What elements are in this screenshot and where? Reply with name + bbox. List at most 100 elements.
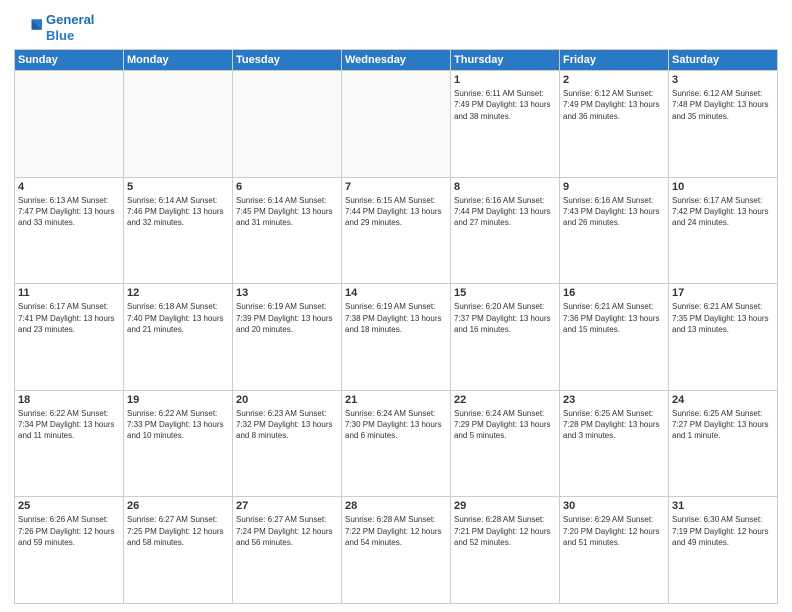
day-info: Sunrise: 6:12 AM Sunset: 7:49 PM Dayligh… (563, 88, 665, 122)
calendar-cell: 4 Sunrise: 6:13 AM Sunset: 7:47 PM Daylig… (15, 177, 124, 284)
day-number: 22 (454, 394, 556, 406)
weekday-header: Monday (124, 50, 233, 71)
day-info: Sunrise: 6:30 AM Sunset: 7:19 PM Dayligh… (672, 514, 774, 548)
calendar-cell: 14Sunrise: 6:19 AM Sunset: 7:38 PM Dayli… (342, 284, 451, 391)
day-info: Sunrise: 6:25 AM Sunset: 7:27 PM Dayligh… (672, 408, 774, 442)
day-number: 11 (18, 287, 120, 299)
day-number: 28 (345, 500, 447, 512)
calendar-cell: 25 Sunrise: 6:26 AM Sunset: 7:26 PM Dayli… (15, 497, 124, 604)
day-info: Sunrise: 6:24 AM Sunset: 7:29 PM Dayligh… (454, 408, 556, 442)
calendar-cell (233, 71, 342, 178)
calendar-cell: 26 Sunrise: 6:27 AM Sunset: 7:25 PM Dayli… (124, 497, 233, 604)
day-info: Sunrise: 6:21 AM Sunset: 7:35 PM Dayligh… (672, 301, 774, 335)
calendar-cell (124, 71, 233, 178)
day-info: Sunrise: 6:21 AM Sunset: 7:36 PM Dayligh… (563, 301, 665, 335)
day-number: 29 (454, 500, 556, 512)
weekday-header: Sunday (15, 50, 124, 71)
day-number: 15 (454, 287, 556, 299)
header: General Blue (14, 12, 778, 43)
calendar-cell: 5 Sunrise: 6:14 AM Sunset: 7:46 PM Daylig… (124, 177, 233, 284)
day-number: 25 (18, 500, 120, 512)
day-number: 4 (18, 181, 120, 193)
day-info: Sunrise: 6:19 AM Sunset: 7:38 PM Dayligh… (345, 301, 447, 335)
day-number: 9 (563, 181, 665, 193)
day-info: Sunrise: 6:26 AM Sunset: 7:26 PM Dayligh… (18, 514, 120, 548)
day-info: Sunrise: 6:23 AM Sunset: 7:32 PM Dayligh… (236, 408, 338, 442)
day-number: 16 (563, 287, 665, 299)
day-number: 21 (345, 394, 447, 406)
day-number: 19 (127, 394, 229, 406)
calendar-cell: 16 Sunrise: 6:21 AM Sunset: 7:36 PM Dayli… (560, 284, 669, 391)
calendar-cell: 6 Sunrise: 6:14 AM Sunset: 7:45 PM Daylig… (233, 177, 342, 284)
day-info: Sunrise: 6:14 AM Sunset: 7:45 PM Dayligh… (236, 195, 338, 229)
day-info: Sunrise: 6:17 AM Sunset: 7:42 PM Dayligh… (672, 195, 774, 229)
calendar-cell: 28 Sunrise: 6:28 AM Sunset: 7:22 PM Dayli… (342, 497, 451, 604)
calendar-cell: 8Sunrise: 6:16 AM Sunset: 7:44 PM Daylig… (451, 177, 560, 284)
day-number: 24 (672, 394, 774, 406)
calendar-cell: 12 Sunrise: 6:18 AM Sunset: 7:40 PM Dayli… (124, 284, 233, 391)
calendar-cell: 2Sunrise: 6:12 AM Sunset: 7:49 PM Daylig… (560, 71, 669, 178)
calendar-cell: 20 Sunrise: 6:23 AM Sunset: 7:32 PM Dayli… (233, 390, 342, 497)
logo: General Blue (14, 12, 94, 43)
calendar-cell: 31 Sunrise: 6:30 AM Sunset: 7:19 PM Dayli… (669, 497, 778, 604)
weekday-header: Thursday (451, 50, 560, 71)
day-info: Sunrise: 6:20 AM Sunset: 7:37 PM Dayligh… (454, 301, 556, 335)
logo-text: General Blue (46, 12, 94, 43)
weekday-header: Tuesday (233, 50, 342, 71)
calendar-cell: 1 Sunrise: 6:11 AM Sunset: 7:49 PM Daylig… (451, 71, 560, 178)
day-info: Sunrise: 6:29 AM Sunset: 7:20 PM Dayligh… (563, 514, 665, 548)
day-info: Sunrise: 6:17 AM Sunset: 7:41 PM Dayligh… (18, 301, 120, 335)
calendar-cell (15, 71, 124, 178)
day-number: 5 (127, 181, 229, 193)
day-info: Sunrise: 6:22 AM Sunset: 7:34 PM Dayligh… (18, 408, 120, 442)
day-info: Sunrise: 6:18 AM Sunset: 7:40 PM Dayligh… (127, 301, 229, 335)
day-number: 6 (236, 181, 338, 193)
calendar-cell: 18 Sunrise: 6:22 AM Sunset: 7:34 PM Dayli… (15, 390, 124, 497)
calendar-cell: 3 Sunrise: 6:12 AM Sunset: 7:48 PM Daylig… (669, 71, 778, 178)
calendar-cell: 11 Sunrise: 6:17 AM Sunset: 7:41 PM Dayli… (15, 284, 124, 391)
day-number: 17 (672, 287, 774, 299)
day-info: Sunrise: 6:13 AM Sunset: 7:47 PM Dayligh… (18, 195, 120, 229)
day-number: 13 (236, 287, 338, 299)
day-number: 18 (18, 394, 120, 406)
day-info: Sunrise: 6:27 AM Sunset: 7:25 PM Dayligh… (127, 514, 229, 548)
day-number: 20 (236, 394, 338, 406)
day-number: 10 (672, 181, 774, 193)
day-number: 23 (563, 394, 665, 406)
calendar-cell: 23 Sunrise: 6:25 AM Sunset: 7:28 PM Dayli… (560, 390, 669, 497)
weekday-header: Wednesday (342, 50, 451, 71)
calendar-cell: 29 Sunrise: 6:28 AM Sunset: 7:21 PM Dayli… (451, 497, 560, 604)
day-info: Sunrise: 6:28 AM Sunset: 7:21 PM Dayligh… (454, 514, 556, 548)
day-number: 31 (672, 500, 774, 512)
day-info: Sunrise: 6:24 AM Sunset: 7:30 PM Dayligh… (345, 408, 447, 442)
day-info: Sunrise: 6:22 AM Sunset: 7:33 PM Dayligh… (127, 408, 229, 442)
calendar-cell: 22 Sunrise: 6:24 AM Sunset: 7:29 PM Dayli… (451, 390, 560, 497)
day-info: Sunrise: 6:15 AM Sunset: 7:44 PM Dayligh… (345, 195, 447, 229)
calendar-table: SundayMondayTuesdayWednesdayThursdayFrid… (14, 49, 778, 604)
calendar-cell: 9 Sunrise: 6:16 AM Sunset: 7:43 PM Daylig… (560, 177, 669, 284)
day-info: Sunrise: 6:16 AM Sunset: 7:43 PM Dayligh… (563, 195, 665, 229)
logo-icon (14, 14, 42, 42)
day-info: Sunrise: 6:27 AM Sunset: 7:24 PM Dayligh… (236, 514, 338, 548)
calendar-cell: 19 Sunrise: 6:22 AM Sunset: 7:33 PM Dayli… (124, 390, 233, 497)
calendar-cell: 24 Sunrise: 6:25 AM Sunset: 7:27 PM Dayli… (669, 390, 778, 497)
day-info: Sunrise: 6:25 AM Sunset: 7:28 PM Dayligh… (563, 408, 665, 442)
calendar-cell: 27Sunrise: 6:27 AM Sunset: 7:24 PM Dayli… (233, 497, 342, 604)
day-info: Sunrise: 6:11 AM Sunset: 7:49 PM Dayligh… (454, 88, 556, 122)
day-info: Sunrise: 6:12 AM Sunset: 7:48 PM Dayligh… (672, 88, 774, 122)
page: General Blue SundayMondayTuesdayWednesda… (0, 0, 792, 612)
day-number: 1 (454, 74, 556, 86)
calendar-cell: 30Sunrise: 6:29 AM Sunset: 7:20 PM Dayli… (560, 497, 669, 604)
calendar-cell (342, 71, 451, 178)
day-number: 12 (127, 287, 229, 299)
day-info: Sunrise: 6:14 AM Sunset: 7:46 PM Dayligh… (127, 195, 229, 229)
day-info: Sunrise: 6:19 AM Sunset: 7:39 PM Dayligh… (236, 301, 338, 335)
day-number: 7 (345, 181, 447, 193)
calendar-cell: 7 Sunrise: 6:15 AM Sunset: 7:44 PM Daylig… (342, 177, 451, 284)
day-info: Sunrise: 6:28 AM Sunset: 7:22 PM Dayligh… (345, 514, 447, 548)
day-number: 3 (672, 74, 774, 86)
weekday-header: Friday (560, 50, 669, 71)
day-number: 26 (127, 500, 229, 512)
calendar-cell: 10 Sunrise: 6:17 AM Sunset: 7:42 PM Dayli… (669, 177, 778, 284)
calendar-cell: 17 Sunrise: 6:21 AM Sunset: 7:35 PM Dayli… (669, 284, 778, 391)
